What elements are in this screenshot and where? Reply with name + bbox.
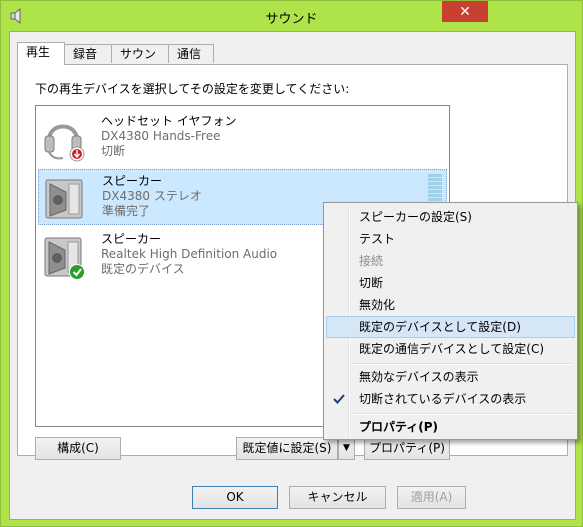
apply-button[interactable]: 適用(A) (397, 486, 466, 509)
configure-button[interactable]: 構成(C) (35, 437, 121, 460)
title-bar[interactable]: サウンド ✕ (1, 1, 582, 31)
menu-separator (352, 413, 573, 415)
menu-separator (352, 363, 573, 365)
set-default-button[interactable]: 既定値に設定(S) (236, 437, 338, 460)
device-context-menu: スピーカーの設定(S) テスト 接続 切断 無効化 既定のデバイスとして設定(D… (323, 202, 578, 440)
device-model: DX4380 ステレオ (102, 189, 202, 203)
tab-playback[interactable]: 再生 (17, 42, 65, 65)
menu-item-show-disconnected[interactable]: 切断されているデバイスの表示 (326, 388, 575, 410)
device-status: 準備完了 (102, 204, 151, 218)
device-status: 既定のデバイス (101, 262, 185, 276)
close-button[interactable]: ✕ (442, 1, 488, 22)
device-name: ヘッドセット イヤフォン (101, 114, 237, 128)
tab-recording[interactable]: 録音 (64, 44, 112, 63)
default-check-icon (69, 264, 85, 280)
cancel-button[interactable]: キャンセル (289, 486, 386, 509)
device-name: スピーカー (101, 232, 162, 246)
menu-item-label: 切断されているデバイスの表示 (359, 392, 527, 406)
menu-item-speaker-setup[interactable]: スピーカーの設定(S) (326, 206, 575, 228)
device-item-headset[interactable]: ヘッドセット イヤフォン DX4380 Hands-Free 切断 (38, 110, 447, 166)
speaker-icon (44, 237, 85, 280)
menu-item-properties[interactable]: プロパティ(P) (326, 416, 575, 438)
menu-item-show-disabled[interactable]: 無効なデバイスの表示 (326, 366, 575, 388)
menu-item-connect[interactable]: 接続 (326, 250, 575, 272)
device-model: Realtek High Definition Audio (101, 247, 278, 261)
instruction-text: 下の再生デバイスを選択してその設定を変更してください: (35, 82, 350, 96)
menu-item-set-default-device[interactable]: 既定のデバイスとして設定(D) (326, 316, 575, 338)
device-status: 切断 (101, 144, 126, 158)
chevron-down-icon: ▼ (343, 443, 350, 453)
device-model: DX4380 Hands-Free (101, 129, 221, 143)
ok-button[interactable]: OK (192, 486, 278, 509)
properties-button[interactable]: プロパティ(P) (364, 437, 450, 460)
set-default-dropdown[interactable]: ▼ (338, 437, 355, 460)
speaker-icon (45, 179, 83, 219)
checkmark-icon (333, 394, 345, 404)
tab-communications[interactable]: 通信 (168, 44, 214, 63)
menu-item-set-default-communication[interactable]: 既定の通信デバイスとして設定(C) (326, 338, 575, 360)
device-name: スピーカー (102, 174, 163, 188)
close-icon: ✕ (459, 3, 471, 20)
headset-icon (44, 124, 85, 162)
tab-sounds[interactable]: サウンド (111, 44, 169, 80)
menu-item-test[interactable]: テスト (326, 228, 575, 250)
menu-item-disable[interactable]: 無効化 (326, 294, 575, 316)
menu-item-disconnect[interactable]: 切断 (326, 272, 575, 294)
window-title: サウンド (265, 12, 318, 27)
